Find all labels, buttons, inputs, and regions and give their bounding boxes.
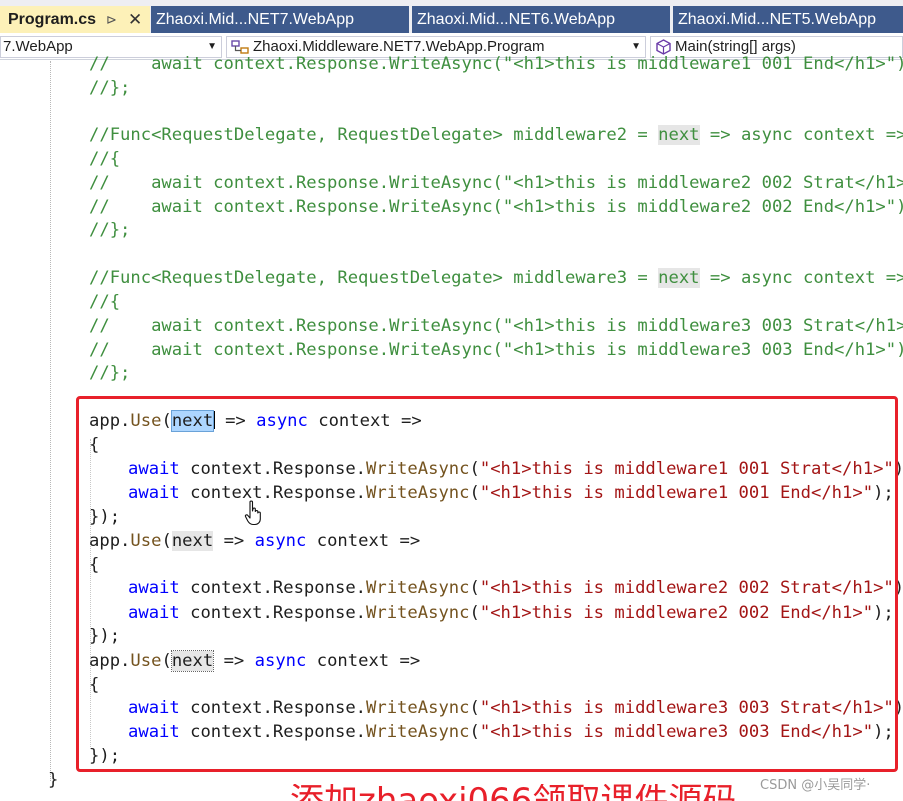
code-line-14: //}; — [89, 363, 131, 383]
code-line-1: // await context.Response.WriteAsync("<h… — [89, 54, 903, 74]
code-line-2: //}; — [89, 78, 131, 98]
method-close-brace: } — [48, 770, 59, 790]
project-name: 7.WebApp — [3, 38, 73, 55]
code-line-12: // await context.Response.WriteAsync("<h… — [89, 316, 903, 336]
hand-cursor-icon — [244, 500, 261, 526]
highlight-annotation-box — [76, 396, 898, 772]
tab-label: Zhaoxi.Mid...NET6.WebApp — [417, 11, 616, 28]
tab-net7-webapp[interactable]: Zhaoxi.Mid...NET7.WebApp — [151, 6, 409, 33]
tab-net6-webapp[interactable]: Zhaoxi.Mid...NET6.WebApp — [412, 6, 670, 33]
tab-program-cs[interactable]: Program.cs ⊳ ✕ — [0, 6, 150, 33]
code-line-8: //}; — [89, 220, 131, 240]
document-tab-strip: Program.cs ⊳ ✕ Zhaoxi.Mid...NET7.WebApp … — [0, 0, 903, 33]
code-line-5: //{ — [89, 149, 121, 169]
tab-label: Zhaoxi.Mid...NET5.WebApp — [678, 11, 877, 28]
code-line-13: // await context.Response.WriteAsync("<h… — [89, 340, 903, 360]
code-line-7: // await context.Response.WriteAsync("<h… — [89, 197, 903, 217]
tab-label: Program.cs — [8, 11, 97, 28]
promo-caption-text: 添加zhaoxi066领取课件源码 — [290, 784, 810, 801]
code-line-6: // await context.Response.WriteAsync("<h… — [89, 173, 903, 193]
watermark: CSDN @小吴同学· — [760, 778, 871, 793]
code-line-11: //{ — [89, 292, 121, 312]
comment-next-highlight: next — [658, 125, 700, 145]
close-icon[interactable]: ✕ — [128, 6, 142, 33]
code-line-10: //Func<RequestDelegate, RequestDelegate>… — [89, 267, 903, 289]
tab-label: Zhaoxi.Mid...NET7.WebApp — [156, 11, 355, 28]
code-line-4: //Func<RequestDelegate, RequestDelegate>… — [89, 124, 903, 146]
comment-next-highlight: next — [658, 268, 700, 288]
class-icon — [231, 40, 249, 54]
indent-guide — [50, 61, 51, 781]
comment-text: => async context => — [699, 268, 903, 288]
pin-icon[interactable]: ⊳ — [106, 6, 117, 33]
comment-text: => async context => — [699, 125, 903, 145]
comment-text: //Func<RequestDelegate, RequestDelegate>… — [89, 125, 659, 145]
promo-caption: 添加zhaoxi066领取课件源码 — [290, 784, 810, 801]
comment-text: //Func<RequestDelegate, RequestDelegate>… — [89, 268, 659, 288]
tab-net5-webapp[interactable]: Zhaoxi.Mid...NET5.WebApp — [673, 6, 903, 33]
